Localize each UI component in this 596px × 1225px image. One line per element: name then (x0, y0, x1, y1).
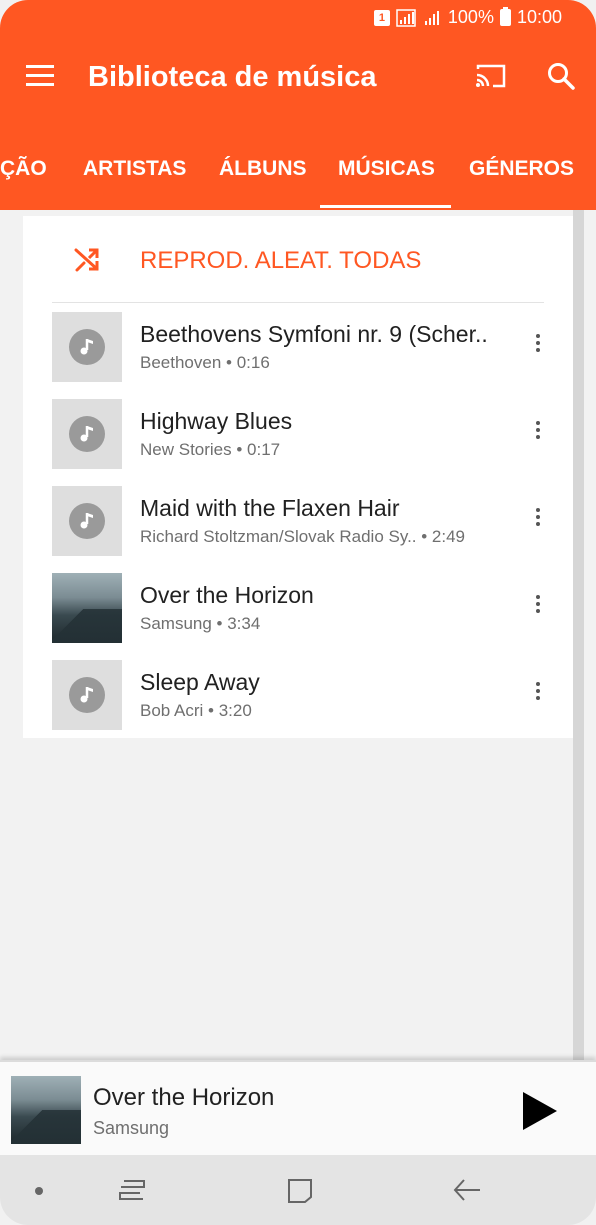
song-thumbnail (52, 312, 122, 382)
song-title: Beethovens Symfoni nr. 9 (Scher.. (140, 321, 488, 347)
sim-icon: 1 (373, 9, 390, 26)
tab-musicas[interactable]: MÚSICAS (338, 157, 435, 181)
tab-artistas[interactable]: ARTISTAS (83, 157, 186, 181)
app-bar: Biblioteca de música (0, 35, 596, 121)
play-icon[interactable] (521, 1090, 559, 1132)
album-art (52, 573, 122, 643)
more-options-icon[interactable] (532, 421, 544, 447)
battery-icon (499, 7, 511, 26)
tab-indicator (320, 205, 451, 208)
song-title: Maid with the Flaxen Hair (140, 495, 400, 521)
music-note-icon (69, 677, 105, 713)
more-options-icon[interactable] (532, 508, 544, 534)
music-note-icon (69, 503, 105, 539)
song-row[interactable]: Highway Blues New Stories • 0:17 (23, 399, 573, 486)
song-subtitle: New Stories • 0:17 (140, 440, 281, 459)
status-bar: 1 100% 10:00 (0, 0, 596, 35)
nav-dot-icon[interactable] (35, 1187, 43, 1195)
cast-icon[interactable] (474, 62, 508, 90)
tab-albuns[interactable]: ÁLBUNS (219, 157, 307, 181)
song-subtitle: Beethoven • 0:16 (140, 353, 270, 372)
shuffle-all-button[interactable]: REPROD. ALEAT. TODAS (23, 216, 573, 302)
search-icon[interactable] (546, 61, 576, 91)
song-subtitle: Samsung • 3:34 (140, 614, 261, 633)
recent-apps-icon[interactable] (118, 1177, 146, 1203)
signal-icon (396, 8, 416, 27)
song-title: Highway Blues (140, 408, 293, 434)
signal-strength-icon (424, 10, 439, 25)
back-icon[interactable] (452, 1177, 482, 1203)
divider (52, 302, 544, 303)
song-thumbnail (52, 486, 122, 556)
phone-screen: 1 100% 10:00 Biblioteca de música ÇÃO AR… (0, 0, 596, 1225)
song-subtitle: Richard Stoltzman/Slovak Radio Sy.. • 2:… (140, 527, 466, 546)
song-row[interactable]: Beethovens Symfoni nr. 9 (Scher.. Beetho… (23, 312, 573, 399)
shuffle-icon (74, 248, 99, 272)
song-subtitle: Bob Acri • 3:20 (140, 701, 252, 720)
tab-generos[interactable]: GÉNEROS (469, 157, 574, 181)
more-options-icon[interactable] (532, 334, 544, 360)
mini-player-title: Over the Horizon (93, 1084, 275, 1111)
status-icons: 1 100% 10:00 (373, 7, 562, 28)
navigation-bar (0, 1155, 596, 1225)
song-title: Over the Horizon (140, 582, 314, 608)
scrollbar[interactable] (573, 210, 584, 1060)
song-row[interactable]: Sleep Away Bob Acri • 3:20 (23, 660, 573, 747)
music-note-icon (69, 329, 105, 365)
menu-icon[interactable] (26, 65, 54, 87)
more-options-icon[interactable] (532, 595, 544, 621)
battery-percent: 100% (447, 7, 494, 27)
more-options-icon[interactable] (532, 682, 544, 708)
tab-bar: ÇÃO ARTISTAS ÁLBUNS MÚSICAS GÉNEROS (0, 121, 596, 210)
shuffle-all-label: REPROD. ALEAT. TODAS (140, 247, 422, 274)
song-thumbnail (52, 399, 122, 469)
song-row[interactable]: Maid with the Flaxen Hair Richard Stoltz… (23, 486, 573, 573)
mini-player-artist: Samsung (93, 1118, 170, 1138)
mini-player[interactable]: Over the Horizon Samsung (0, 1060, 596, 1155)
home-icon[interactable] (286, 1177, 314, 1205)
page-title: Biblioteca de música (88, 61, 377, 93)
song-row[interactable]: Over the Horizon Samsung • 3:34 (23, 573, 573, 660)
song-title: Sleep Away (140, 669, 260, 695)
song-thumbnail (52, 660, 122, 730)
song-list: REPROD. ALEAT. TODAS Beethovens Symfoni … (23, 216, 573, 738)
tab-partial[interactable]: ÇÃO (0, 157, 47, 181)
clock: 10:00 (516, 7, 562, 27)
music-note-icon (69, 416, 105, 452)
mini-player-album-art (11, 1076, 81, 1144)
